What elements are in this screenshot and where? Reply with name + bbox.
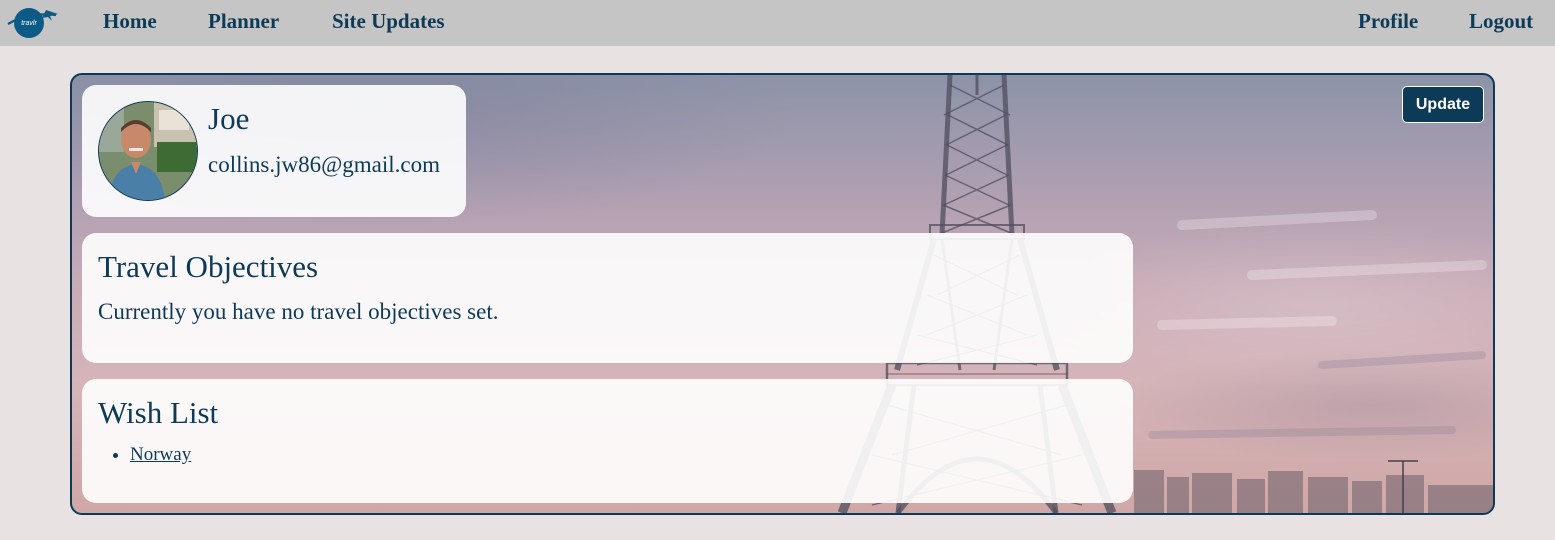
- logo-text: travlr: [21, 20, 37, 27]
- user-info-panel: Joe collins.jw86@gmail.com: [82, 85, 466, 217]
- travel-objectives-text: Currently you have no travel objectives …: [98, 299, 499, 324]
- user-avatar: [98, 101, 198, 201]
- wish-list: Norway: [98, 444, 191, 466]
- wish-list-item-link[interactable]: Norway: [130, 444, 191, 465]
- profile-card: Update Joe collins.jw86@gmail.com Travel…: [70, 73, 1495, 515]
- travel-objectives-panel: Travel Objectives Currently you have no …: [82, 233, 1133, 363]
- travlr-logo-icon[interactable]: travlr: [6, 7, 60, 39]
- user-avatar-photo: [99, 102, 197, 200]
- nav-site-updates-link[interactable]: Site Updates: [332, 9, 445, 34]
- nav-logout-link[interactable]: Logout: [1469, 9, 1533, 34]
- user-email: collins.jw86@gmail.com: [208, 152, 440, 177]
- travel-objectives-heading: Travel Objectives: [98, 249, 319, 284]
- update-profile-button[interactable]: Update: [1402, 86, 1484, 123]
- wish-list-heading: Wish List: [98, 395, 219, 430]
- top-navbar: travlr Home Planner Site Updates Profile…: [0, 0, 1555, 46]
- nav-profile-link[interactable]: Profile: [1358, 9, 1418, 34]
- user-name: Joe: [208, 101, 250, 136]
- list-item: Norway: [130, 444, 191, 466]
- nav-home-link[interactable]: Home: [103, 9, 157, 34]
- nav-planner-link[interactable]: Planner: [208, 9, 279, 34]
- wish-list-panel: Wish List Norway: [82, 379, 1133, 503]
